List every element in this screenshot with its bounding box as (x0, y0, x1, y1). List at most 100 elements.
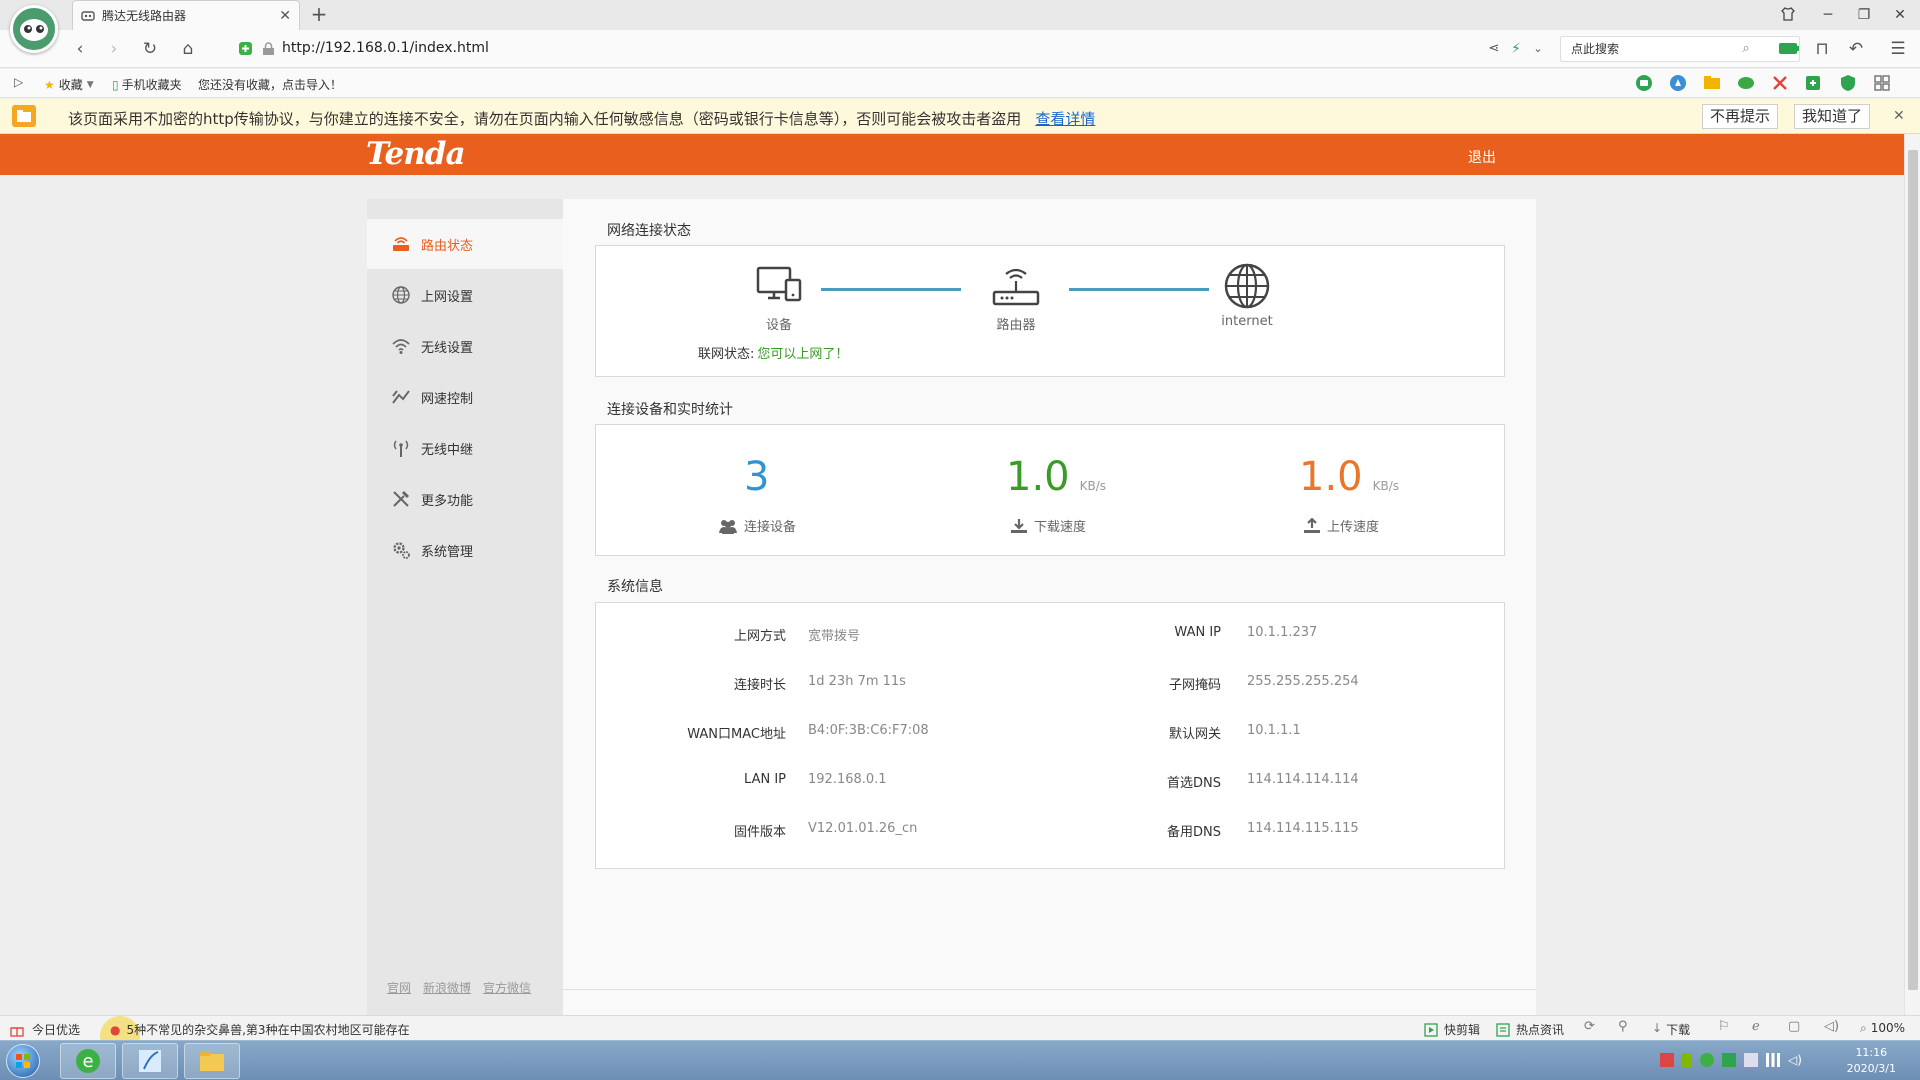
device-label: 设备 (765, 318, 792, 333)
sidebar-item-wireless-repeater[interactable]: 无线中继 (367, 423, 563, 473)
sidebar-item-system-management[interactable]: 系统管理 (367, 525, 563, 575)
tray-battery-icon[interactable] (1682, 1053, 1692, 1067)
stats-title: 连接设备和实时统计 (607, 402, 733, 418)
windows-logo-icon (16, 1054, 30, 1068)
ext-folder-icon[interactable] (1702, 74, 1722, 92)
info-value: 192.168.0.1 (808, 772, 887, 787)
ext-chat-icon[interactable] (1634, 74, 1654, 92)
ext-compass-icon[interactable] (1668, 74, 1688, 92)
devices-count-stat: 3 (744, 455, 769, 499)
back-icon[interactable]: ‹ (70, 40, 90, 58)
ext-scissors-icon[interactable] (1770, 74, 1790, 92)
devices-stat-label[interactable]: 连接设备 (718, 516, 796, 535)
connection-state-value: 您可以上网了！ (757, 347, 849, 362)
undo-icon[interactable]: ↶ (1846, 40, 1866, 58)
scrollbar-thumb[interactable] (1908, 150, 1918, 990)
tray-volume-icon[interactable]: ◁) (1788, 1053, 1802, 1067)
browser-logo-icon[interactable] (10, 5, 58, 53)
share-icon[interactable]: ⋖ (1484, 40, 1504, 58)
sidebar-item-more-functions[interactable]: 更多功能 (367, 474, 563, 524)
download-label: 下载速度 (1034, 520, 1087, 535)
url-input[interactable]: http://192.168.0.1/index.html (282, 40, 489, 56)
tray-shield-icon[interactable] (1722, 1053, 1736, 1067)
shirt-skin-icon[interactable] (1780, 6, 1800, 24)
info-value: 宽带拨号 (808, 629, 861, 644)
forward-icon[interactable]: › (104, 40, 124, 58)
star-icon: ★ (44, 77, 55, 92)
tray-app-icon[interactable] (1660, 1053, 1674, 1067)
wechat-link[interactable]: 官方微信 (483, 979, 531, 996)
minimize-button[interactable]: ─ (1818, 6, 1838, 24)
restore-button[interactable]: ❐ (1854, 6, 1874, 24)
volume-icon[interactable]: ◁) (1824, 1019, 1839, 1034)
quick-clip[interactable]: 快剪辑 (1424, 1021, 1480, 1038)
taskbar-browser[interactable]: e (60, 1043, 116, 1079)
weibo-link[interactable]: 新浪微博 (423, 979, 471, 996)
ie-icon[interactable]: ℯ (1752, 1019, 1760, 1034)
zoom-level[interactable]: ⌕ 100% (1860, 1021, 1905, 1036)
close-window-button[interactable]: ✕ (1890, 6, 1910, 24)
downloads[interactable]: ↓ 下载 (1652, 1021, 1690, 1038)
upload-speed-unit: KB/s (1372, 479, 1400, 493)
window-icon[interactable]: ▢ (1788, 1019, 1800, 1034)
page-scrollbar[interactable] (1904, 134, 1920, 1015)
got-it-button[interactable]: 我知道了 (1794, 104, 1871, 129)
sidebar-item-speed-control[interactable]: 网速控制 (367, 372, 563, 422)
download-speed-value: 1.0 (1006, 454, 1070, 500)
tab-close-icon[interactable]: ✕ (279, 8, 291, 24)
upload-speed-value: 1.0 (1299, 454, 1363, 500)
lightning-icon[interactable]: ⚡ (1506, 40, 1526, 58)
page-info-icon[interactable] (262, 42, 275, 56)
battery-icon[interactable] (1778, 42, 1800, 55)
device-router-link-line (821, 288, 961, 291)
tray-green-icon[interactable] (1700, 1053, 1714, 1067)
hot-news[interactable]: 热点资讯 (1496, 1021, 1564, 1038)
clock-date: 2020/3/1 (1846, 1062, 1896, 1075)
close-notice-icon[interactable]: ✕ (1893, 108, 1905, 124)
ext-grid-icon[interactable] (1872, 74, 1892, 92)
browser-tab[interactable]: 腾达无线路由器 ✕ (72, 0, 300, 30)
ext-leaf-icon[interactable] (1736, 74, 1756, 92)
sidebar-label: 路由状态 (421, 238, 474, 254)
start-button[interactable] (6, 1044, 40, 1078)
taskbar-clock[interactable]: 11:16 2020/3/1 (1847, 1045, 1896, 1077)
info-value: 1d 23h 7m 11s (808, 674, 906, 689)
flag-icon[interactable]: ⚐ (1718, 1019, 1730, 1034)
taskbar-app[interactable] (122, 1043, 178, 1079)
ext-shield-icon[interactable] (1838, 74, 1858, 92)
sidebar-item-wireless-settings[interactable]: 无线设置 (367, 321, 563, 371)
headset-icon[interactable]: ⊓ (1812, 40, 1832, 58)
taskbar-explorer[interactable] (184, 1043, 240, 1079)
tray-device-icon[interactable] (1744, 1053, 1758, 1067)
phone-icon: ▯ (112, 77, 119, 92)
dont-remind-button[interactable]: 不再提示 (1702, 104, 1779, 129)
today-picks[interactable]: 今日优选 (10, 1021, 80, 1038)
bookmarks-favorites[interactable]: ★ 收藏 ▼ (44, 76, 94, 93)
mobile-favorites-label: 手机收藏夹 (121, 78, 182, 92)
sidebar-item-internet-settings[interactable]: 上网设置 (367, 270, 563, 320)
pin-icon[interactable]: ⚲ (1618, 1019, 1628, 1034)
upload-label: 上传速度 (1327, 520, 1380, 535)
search-input[interactable]: 点此搜索 (1560, 36, 1800, 62)
news-ticker[interactable]: ● 5种不常见的杂交鼻兽,第3种在中国农村地区可能存在 (110, 1021, 410, 1038)
sidebar-toggle-icon[interactable]: ▷ (14, 75, 23, 89)
home-icon[interactable]: ⌂ (178, 40, 198, 58)
chevron-down-icon[interactable]: ⌄ (1528, 40, 1548, 58)
new-tab-button[interactable]: + (308, 4, 330, 26)
bookmarks-mobile[interactable]: ▯ 手机收藏夹 (112, 76, 182, 93)
official-site-link[interactable]: 官网 (387, 979, 411, 996)
menu-icon[interactable]: ☰ (1888, 40, 1908, 58)
sidebar-item-router-status[interactable]: 路由状态 (367, 219, 563, 269)
logout-link[interactable]: 退出 (1468, 147, 1496, 167)
secure-shield-icon[interactable] (238, 41, 253, 56)
news-icon (1496, 1022, 1510, 1037)
news-dot-icon: ● (110, 1022, 121, 1037)
ext-translate-icon[interactable] (1804, 74, 1824, 92)
system-tray: ◁) (1660, 1053, 1802, 1067)
refresh-icon[interactable]: ⟳ (1584, 1019, 1595, 1034)
reload-icon[interactable]: ↻ (140, 40, 160, 58)
search-icon[interactable]: ⌕ (1736, 40, 1756, 58)
import-bookmarks-link[interactable]: 您还没有收藏，点击导入！ (198, 76, 342, 93)
notice-details-link[interactable]: 查看详情 (1035, 110, 1095, 128)
tray-network-icon[interactable] (1766, 1053, 1780, 1067)
